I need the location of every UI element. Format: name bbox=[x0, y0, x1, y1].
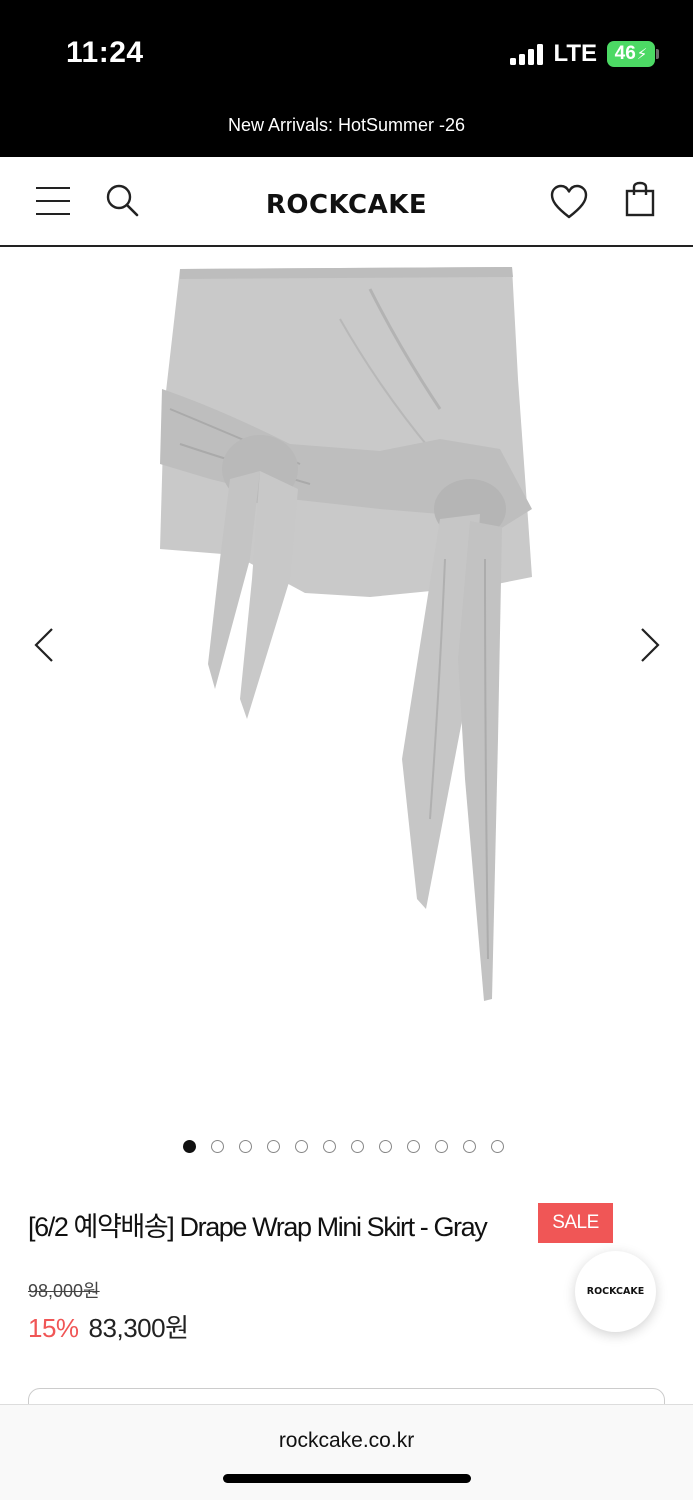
pagination-dot[interactable] bbox=[211, 1140, 224, 1153]
url-text[interactable]: rockcake.co.kr bbox=[0, 1429, 693, 1453]
sale-price: 83,300원 bbox=[88, 1313, 189, 1343]
home-indicator[interactable] bbox=[223, 1474, 471, 1483]
product-image[interactable] bbox=[140, 259, 560, 1019]
pagination-dot[interactable] bbox=[295, 1140, 308, 1153]
status-time: 11:24 bbox=[66, 36, 144, 69]
original-price: 98,000원 bbox=[28, 1281, 100, 1301]
status-indicators: LTE 46 ⚡ bbox=[510, 40, 659, 68]
heart-icon[interactable] bbox=[550, 184, 588, 220]
pagination-dot[interactable] bbox=[351, 1140, 364, 1153]
signal-icon bbox=[510, 43, 544, 65]
pagination-dot[interactable] bbox=[239, 1140, 252, 1153]
sale-badge: SALE bbox=[538, 1203, 613, 1243]
network-label: LTE bbox=[553, 40, 597, 67]
pagination-dot[interactable] bbox=[407, 1140, 420, 1153]
discount-rate: 15% bbox=[28, 1313, 79, 1343]
battery-icon: 46 ⚡ bbox=[607, 41, 659, 67]
previous-image-arrow-icon[interactable] bbox=[28, 627, 58, 663]
battery-level: 46 bbox=[614, 43, 636, 64]
announcement-bar[interactable]: New Arrivals: HotSummer -26 bbox=[0, 100, 693, 157]
search-icon[interactable] bbox=[104, 182, 140, 218]
pagination-dot[interactable] bbox=[463, 1140, 476, 1153]
pagination-dot[interactable] bbox=[323, 1140, 336, 1153]
status-bar: 11:24 LTE 46 ⚡ bbox=[0, 0, 693, 100]
pagination-dot[interactable] bbox=[379, 1140, 392, 1153]
browser-url-bar[interactable]: rockcake.co.kr bbox=[0, 1404, 693, 1500]
product-gallery[interactable] bbox=[0, 249, 693, 1129]
menu-icon[interactable] bbox=[36, 187, 70, 215]
pagination-dot[interactable] bbox=[435, 1140, 448, 1153]
pagination-dot[interactable] bbox=[183, 1140, 196, 1153]
next-image-arrow-icon[interactable] bbox=[636, 627, 666, 663]
price-row: 15% 83,300원 bbox=[28, 1308, 189, 1345]
shopping-bag-icon[interactable] bbox=[624, 181, 656, 217]
floating-brand-button[interactable]: ROCKCAKE bbox=[575, 1251, 656, 1332]
pagination-dot[interactable] bbox=[491, 1140, 504, 1153]
pagination-dot[interactable] bbox=[267, 1140, 280, 1153]
gallery-pagination bbox=[0, 1140, 693, 1153]
product-title: [6/2 예약배송] Drape Wrap Mini Skirt - Gray bbox=[28, 1212, 488, 1242]
site-header: ROCKCAKE bbox=[0, 157, 693, 247]
